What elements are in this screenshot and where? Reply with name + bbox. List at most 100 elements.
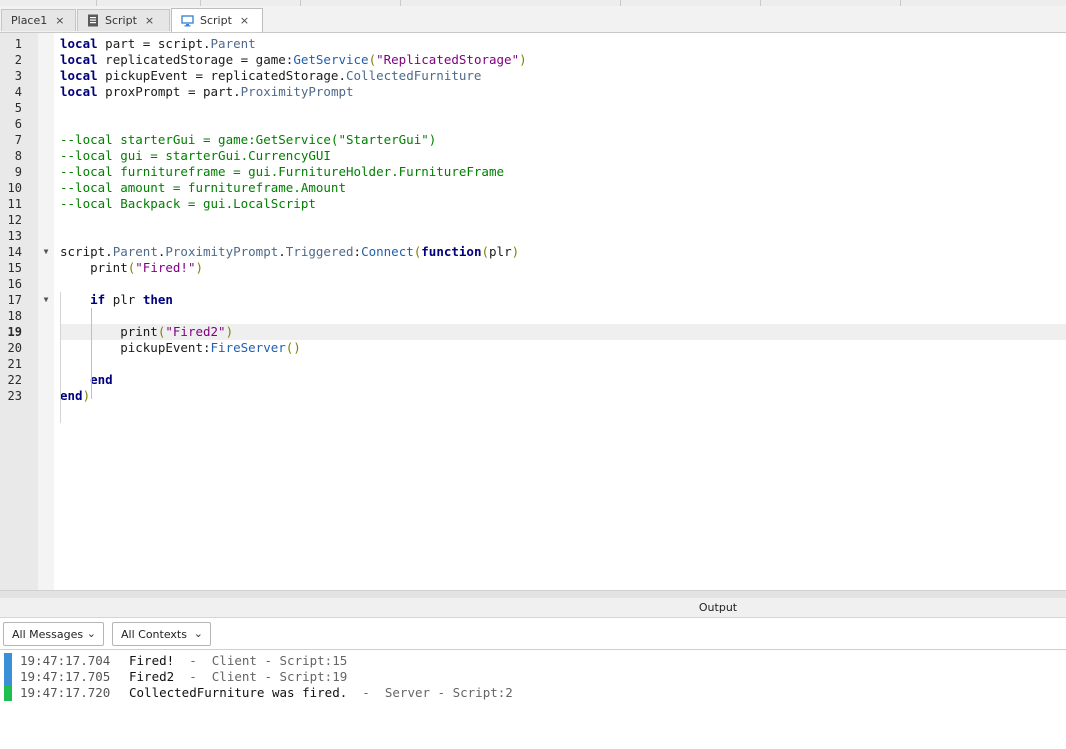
line-number: 20 [7,341,22,355]
message-filter-dropdown[interactable]: All Messages ⌄ [3,622,104,646]
line-number: 6 [14,117,22,131]
line-number: 2 [14,53,22,67]
code-text: --local amount = furnitureframe.Amount [60,180,346,195]
code-line[interactable]: 21 [0,356,1066,372]
log-message: Fired2 - Client - Script:19 [129,669,347,685]
dropdown-label: All Contexts [121,627,187,641]
log-timestamp: 19:47:17.704 [20,653,111,668]
log-timestamp: 19:47:17.720 [20,685,111,700]
code-text: end) [60,388,91,403]
chevron-down-icon: ⌄ [86,627,96,640]
code-text: local proxPrompt = part.ProximityPrompt [60,84,354,99]
line-number: 15 [7,261,22,275]
code-line[interactable]: 17 ▼ if plr then [0,292,1066,308]
tab-place1[interactable]: Place1 × [1,9,76,31]
log-message: Fired! - Client - Script:15 [129,653,347,669]
log-timestamp: 19:47:17.705 [20,669,111,684]
code-line[interactable]: 2 local replicatedStorage = game:GetServi… [0,52,1066,68]
code-line[interactable]: 9 --local furnitureframe = gui.FurnitureH… [0,164,1066,180]
line-number: 23 [7,389,22,403]
line-number: 1 [14,37,22,51]
tab-label: Script [105,14,137,27]
indent-guide [91,308,92,399]
code-text: if plr then [90,292,173,307]
fold-toggle-icon[interactable]: ▼ [41,244,51,260]
code-line[interactable]: 11 --local Backpack = gui.LocalScript [0,196,1066,212]
fold-toggle-icon[interactable]: ▼ [41,292,51,308]
code-line[interactable]: 7 --local starterGui = game:GetService("S… [0,132,1066,148]
line-number: 17 [7,293,22,307]
line-number: 5 [14,101,22,115]
code-text: print("Fired!") [60,260,204,275]
line-number: 4 [14,85,22,99]
code-line[interactable]: 13 [0,228,1066,244]
code-line[interactable]: 22 end [0,372,1066,388]
server-context-marker [4,685,12,701]
log-source: - Client - Script:19 [174,669,348,684]
indent-guide [60,292,61,423]
log-message-text: Fired2 [129,669,175,684]
line-number: 13 [7,229,22,243]
code-line[interactable]: 4 local proxPrompt = part.ProximityPrompt [0,84,1066,100]
line-number: 10 [7,181,22,195]
code-text: --local Backpack = gui.LocalScript [60,196,316,211]
code-line[interactable]: 3 local pickupEvent = replicatedStorage.C… [0,68,1066,84]
script-editor[interactable]: 1 local part = script.Parent 2 local replic… [0,33,1066,590]
log-message: CollectedFurniture was fired. - Server -… [129,685,513,701]
code-text: local pickupEvent = replicatedStorage.Co… [60,68,482,83]
log-entry[interactable]: 19:47:17.720 CollectedFurniture was fired… [0,685,1066,701]
log-message-text: CollectedFurniture was fired. [129,685,348,700]
client-context-marker [4,653,12,669]
tab-script-server[interactable]: Script × [77,9,170,31]
code-text: --local furnitureframe = gui.FurnitureHo… [60,164,505,179]
close-icon[interactable]: × [145,14,154,27]
tab-label: Script [200,14,232,27]
line-number: 9 [14,165,22,179]
code-line[interactable]: 18 [0,308,1066,324]
log-entry[interactable]: 19:47:17.705 Fired2 - Client - Script:19 [0,669,1066,685]
code-text: local replicatedStorage = game:GetServic… [60,52,527,67]
code-line[interactable]: 1 local part = script.Parent [0,36,1066,52]
line-number: 11 [7,197,22,211]
line-number: 16 [7,277,22,291]
output-log[interactable]: 19:47:17.704 Fired! - Client - Script:15 1… [0,653,1066,701]
code-line[interactable]: 20 pickupEvent:FireServer() [0,340,1066,356]
code-line[interactable]: 23 end) [0,388,1066,404]
line-number: 14 [7,245,22,259]
script-doc-icon [87,14,99,27]
line-number: 21 [7,357,22,371]
code-line[interactable]: 12 [0,212,1066,228]
code-text: --local gui = starterGui.CurrencyGUI [60,148,331,163]
code-line[interactable]: 8 --local gui = starterGui.CurrencyGUI [0,148,1066,164]
code-line[interactable]: 6 [0,116,1066,132]
tab-script-local[interactable]: Script × [171,8,263,32]
line-number: 18 [7,309,22,323]
line-number: 7 [14,133,22,147]
line-number: 12 [7,213,22,227]
line-number: 22 [7,373,22,387]
code-line[interactable]: 15 print("Fired!") [0,260,1066,276]
log-source: - Client - Script:15 [174,653,348,668]
context-filter-dropdown[interactable]: All Contexts ⌄ [112,622,211,646]
monitor-icon [181,14,194,27]
line-number: 3 [14,69,22,83]
code-text: script.Parent.ProximityPrompt.Triggered:… [60,244,520,259]
code-line[interactable]: 16 [0,276,1066,292]
code-text: end [90,372,113,387]
dropdown-label: All Messages [12,627,84,641]
close-icon[interactable]: × [55,14,64,27]
code-line[interactable]: 10 --local amount = furnitureframe.Amount [0,180,1066,196]
output-filters: All Messages ⌄ All Contexts ⌄ [0,619,1066,650]
code-line[interactable]: 19 print("Fired2") [0,324,1066,340]
log-entry[interactable]: 19:47:17.704 Fired! - Client - Script:15 [0,653,1066,669]
chevron-down-icon: ⌄ [193,627,203,640]
log-message-text: Fired! [129,653,175,668]
code-area[interactable]: 1 local part = script.Parent 2 local replic… [0,36,1066,404]
line-number: 8 [14,149,22,163]
document-tab-bar: Place1 × Script × Script × [0,6,1066,33]
code-line[interactable]: 14 ▼ script.Parent.ProximityPrompt.Trigger… [0,244,1066,260]
code-text: --local starterGui = game:GetService("St… [60,132,437,147]
tab-label: Place1 [11,14,48,27]
code-line[interactable]: 5 [0,100,1066,116]
close-icon[interactable]: × [240,14,249,27]
